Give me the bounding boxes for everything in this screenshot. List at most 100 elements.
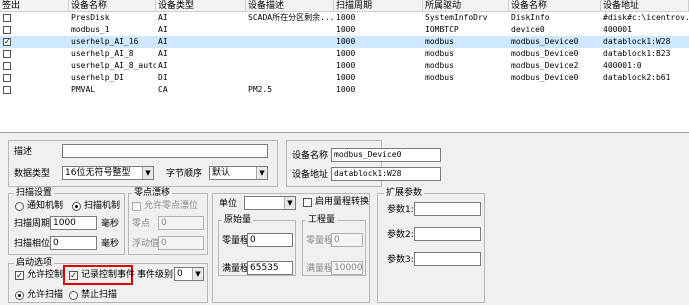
cell-type: AI: [158, 37, 168, 46]
table-row[interactable]: ✓ userhelp_AI_16 AI 1000 modbus modbus_Device…: [0, 36, 689, 48]
table-row[interactable]: userhelp_AI_8 AI 1000 modbus modbus_Device0 d…: [0, 48, 689, 60]
column-header-device-addr[interactable]: 设备地址: [601, 0, 689, 11]
column-header-device-name[interactable]: 设备名称: [509, 0, 601, 11]
raw-min-input[interactable]: 0: [247, 233, 293, 247]
float-input[interactable]: 0: [158, 236, 204, 250]
checkout-checkbox[interactable]: [3, 62, 11, 70]
cell-driver: modbus: [425, 37, 454, 46]
level-value: 0: [177, 269, 183, 279]
column-header-checkout[interactable]: 签出: [0, 0, 69, 11]
cell-device-name: modbus_Device0: [511, 73, 579, 82]
param2-input[interactable]: [414, 227, 481, 241]
datatype-select[interactable]: 16位无符号整型 ▼: [62, 166, 154, 180]
param1-input[interactable]: [414, 202, 481, 216]
checkout-checkbox[interactable]: [3, 26, 11, 34]
column-header-period[interactable]: 扫描周期: [334, 0, 423, 11]
column-header-desc[interactable]: 设备描述: [246, 0, 334, 11]
cell-period: 1000: [336, 73, 356, 82]
table-row[interactable]: PresDisk AI SCADA所在分区剩余... 1000 SystemInfoDr…: [0, 12, 689, 24]
zero-input[interactable]: 0: [158, 216, 204, 230]
scan-radio[interactable]: [72, 202, 81, 211]
allow-ctrl-checkbox[interactable]: ✓: [15, 271, 24, 280]
period-input[interactable]: 1000: [50, 216, 97, 230]
scan-group-title: 扫描设置: [14, 187, 55, 199]
cell-period: 1000: [336, 49, 356, 58]
cell-device-addr: 400001: [603, 25, 632, 34]
checkout-checkbox[interactable]: ✓: [3, 38, 11, 46]
cell-driver: modbus: [425, 73, 454, 82]
phase-unit: 毫秒: [101, 239, 120, 249]
chevron-down-icon: ▼: [192, 268, 203, 280]
cell-desc: [246, 48, 334, 60]
notify-radio[interactable]: [15, 202, 24, 211]
raw-max-label: 满量程: [222, 264, 250, 274]
cell-device-name: device0: [511, 25, 545, 34]
chevron-down-icon: ▼: [256, 167, 267, 179]
ext-group-title: 扩展参数: [384, 187, 425, 199]
forbid-scan-label: 禁止扫描: [81, 290, 118, 300]
cell-device-addr: datablock1:W28: [603, 37, 671, 46]
range-checkbox[interactable]: [303, 198, 312, 207]
column-header-driver[interactable]: 所属驱动: [423, 0, 509, 11]
cell-desc: [246, 36, 334, 48]
cell-desc: [246, 60, 334, 72]
cell-device-name: modbus_Device0: [511, 37, 579, 46]
param3-input[interactable]: [414, 252, 481, 266]
unit-select[interactable]: ▼: [244, 196, 296, 210]
notify-label: 通知机制: [27, 201, 64, 211]
level-select[interactable]: 0 ▼: [174, 267, 204, 281]
device-name-label: 设备名称: [292, 151, 329, 161]
scan-label: 扫描机制: [84, 201, 121, 211]
eng-max-label: 满量程: [306, 264, 334, 274]
desc-input[interactable]: [62, 144, 268, 158]
cell-name: userhelp_DI: [71, 73, 124, 82]
cell-driver: SystemInfoDrv: [425, 13, 488, 22]
cell-driver: IOMBTCP: [425, 25, 459, 34]
cell-device-addr: [601, 84, 689, 96]
cell-period: 1000: [336, 25, 356, 34]
datatype-label: 数据类型: [14, 169, 51, 179]
cell-desc: PM2.5: [248, 85, 273, 94]
forbid-scan-radio[interactable]: [69, 291, 78, 300]
property-form: 描述 数据类型 16位无符号整型 ▼ 字节顺序 默认 ▼ 设备名称 modbus…: [0, 134, 689, 305]
cell-type: AI: [158, 25, 168, 34]
checkout-checkbox[interactable]: [3, 50, 11, 58]
eng-max-input[interactable]: 10000: [331, 261, 363, 275]
checkout-checkbox[interactable]: [3, 74, 11, 82]
cell-device-addr: #disk#c:\icentrov...: [603, 13, 689, 22]
phase-input[interactable]: 0: [50, 236, 97, 250]
checkout-checkbox[interactable]: [3, 14, 11, 22]
table-row[interactable]: PMVAL CA PM2.5 1000: [0, 84, 689, 96]
record-event-checkbox[interactable]: ✓: [69, 271, 78, 280]
record-event-label: 记录控制事件: [81, 270, 136, 280]
cell-device-name: modbus_Device0: [511, 49, 579, 58]
column-header-type[interactable]: 设备类型: [156, 0, 246, 11]
allow-ctrl-label: 允许控制: [27, 270, 64, 280]
zero-label: 零点: [132, 219, 151, 229]
eng-min-label: 零量程: [306, 236, 334, 246]
cell-type: AI: [158, 13, 168, 22]
period-unit: 毫秒: [101, 219, 120, 229]
eng-min-input[interactable]: 0: [331, 233, 363, 247]
device-addr-label: 设备地址: [292, 170, 329, 180]
table-row[interactable]: userhelp_AI_8_auto AI 1000 modbus modbus_Dev…: [0, 60, 689, 72]
checkout-checkbox[interactable]: [3, 86, 11, 94]
device-name-field[interactable]: modbus_Device0: [331, 148, 441, 162]
column-header-name[interactable]: 设备名称: [69, 0, 156, 11]
table-row[interactable]: modbus_1 AI 1000 IOMBTCP device0 400001: [0, 24, 689, 36]
cell-device-addr: datablock2:b61: [603, 73, 671, 82]
device-addr-field[interactable]: datablock1:W28: [331, 167, 441, 181]
cell-name: modbus_1: [71, 25, 110, 34]
allow-zero-checkbox[interactable]: [132, 202, 141, 211]
cell-period: 1000: [336, 85, 356, 94]
allow-scan-radio[interactable]: [15, 291, 24, 300]
cell-desc: [246, 72, 334, 84]
table-row[interactable]: userhelp_DI DI 1000 modbus modbus_Device0 dat…: [0, 72, 689, 84]
chevron-down-icon: ▼: [142, 167, 153, 179]
datatype-value: 16位无符号整型: [65, 168, 131, 178]
cell-device-name: modbus_Device2: [511, 61, 579, 70]
raw-max-input[interactable]: 65535: [247, 261, 293, 275]
byteorder-value: 默认: [212, 168, 231, 178]
cell-name: userhelp_AI_8_auto: [71, 61, 156, 70]
byteorder-select[interactable]: 默认 ▼: [209, 166, 268, 180]
